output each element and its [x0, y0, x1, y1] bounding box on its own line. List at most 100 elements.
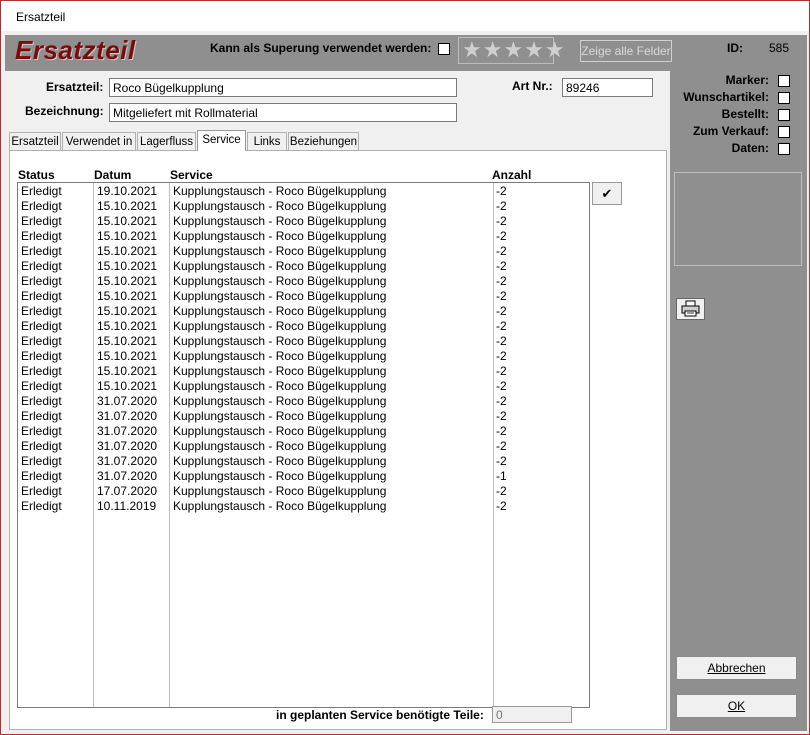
table-row[interactable]: Erledigt 15.10.2021 Kupplungstausch - Roco…	[18, 244, 589, 259]
table-row[interactable]: Erledigt 10.11.2019 Kupplungstausch - Roco…	[18, 499, 589, 514]
cell-datum: 15.10.2021	[97, 244, 158, 258]
cell-service: Kupplungstausch - Roco Bügelkupplung	[173, 349, 387, 363]
tab-service[interactable]: Service	[197, 130, 246, 151]
cell-status: Erledigt	[21, 349, 62, 363]
cell-service: Kupplungstausch - Roco Bügelkupplung	[173, 454, 387, 468]
superung-checkbox[interactable]	[438, 43, 450, 55]
cell-status: Erledigt	[21, 304, 62, 318]
cell-anzahl: -2	[496, 454, 507, 468]
column-header-datum: Datum	[94, 168, 132, 182]
table-row[interactable]: Erledigt 15.10.2021 Kupplungstausch - Roco…	[18, 379, 589, 394]
bezeichnung-field[interactable]: Mitgeliefert mit Rollmaterial	[109, 103, 457, 122]
flag-label-zum-verkauf: Zum Verkauf:	[692, 124, 769, 138]
table-row[interactable]: Erledigt 31.07.2020 Kupplungstausch - Roco…	[18, 439, 589, 454]
table-row[interactable]: Erledigt 31.07.2020 Kupplungstausch - Roco…	[18, 394, 589, 409]
cell-service: Kupplungstausch - Roco Bügelkupplung	[173, 334, 387, 348]
app-logo: Ersatzteil	[15, 35, 136, 65]
cell-datum: 10.11.2019	[97, 499, 157, 513]
planned-parts-value: 0	[492, 706, 572, 723]
table-row[interactable]: Erledigt 15.10.2021 Kupplungstausch - Roco…	[18, 349, 589, 364]
cancel-button[interactable]: Abbrechen	[676, 656, 797, 680]
id-value: 585	[769, 41, 790, 55]
cell-datum: 15.10.2021	[97, 259, 158, 273]
cell-anzahl: -2	[496, 304, 507, 318]
tab-beziehungen[interactable]: Beziehungen	[288, 132, 359, 151]
table-row[interactable]: Erledigt 31.07.2020 Kupplungstausch - Roco…	[18, 409, 589, 424]
header-bar: Ersatzteil Kann als Superung verwendet w…	[5, 35, 807, 71]
cell-status: Erledigt	[21, 319, 62, 333]
cell-service: Kupplungstausch - Roco Bügelkupplung	[173, 319, 387, 333]
cell-status: Erledigt	[21, 184, 62, 198]
table-row[interactable]: Erledigt 15.10.2021 Kupplungstausch - Roco…	[18, 214, 589, 229]
cell-status: Erledigt	[21, 364, 62, 378]
cell-status: Erledigt	[21, 484, 62, 498]
rating-stars[interactable]: ★★★★★	[458, 37, 565, 64]
table-row[interactable]: Erledigt 15.10.2021 Kupplungstausch - Roco…	[18, 319, 589, 334]
cell-service: Kupplungstausch - Roco Bügelkupplung	[173, 199, 387, 213]
cell-service: Kupplungstausch - Roco Bügelkupplung	[173, 439, 387, 453]
table-row[interactable]: Erledigt 15.10.2021 Kupplungstausch - Roco…	[18, 289, 589, 304]
table-row[interactable]: Erledigt 15.10.2021 Kupplungstausch - Roco…	[18, 229, 589, 244]
table-row[interactable]: Erledigt 15.10.2021 Kupplungstausch - Roco…	[18, 274, 589, 289]
cell-status: Erledigt	[21, 274, 62, 288]
tab-ersatzteil[interactable]: Ersatzteil	[9, 132, 61, 151]
table-row[interactable]: Erledigt 15.10.2021 Kupplungstausch - Roco…	[18, 199, 589, 214]
print-button[interactable]	[676, 298, 705, 320]
table-row[interactable]: Erledigt 31.07.2020 Kupplungstausch - Roco…	[18, 454, 589, 469]
bestellt-checkbox[interactable]	[778, 109, 790, 121]
column-header-service: Service	[170, 168, 213, 182]
table-row[interactable]: Erledigt 17.07.2020 Kupplungstausch - Roco…	[18, 484, 589, 499]
daten-checkbox[interactable]	[778, 143, 790, 155]
cell-datum: 15.10.2021	[97, 199, 158, 213]
cell-service: Kupplungstausch - Roco Bügelkupplung	[173, 379, 387, 393]
confirm-button[interactable]: ✔	[592, 182, 622, 205]
tab-lagerfluss[interactable]: Lagerfluss	[137, 132, 196, 151]
cell-service: Kupplungstausch - Roco Bügelkupplung	[173, 409, 387, 423]
table-row[interactable]: Erledigt 31.07.2020 Kupplungstausch - Roco…	[18, 469, 589, 484]
cell-anzahl: -2	[496, 499, 507, 513]
ok-button[interactable]: OK	[676, 694, 797, 718]
tab-links[interactable]: Links	[247, 132, 287, 151]
table-row[interactable]: Erledigt 15.10.2021 Kupplungstausch - Roco…	[18, 334, 589, 349]
cell-anzahl: -2	[496, 484, 507, 498]
cell-service: Kupplungstausch - Roco Bügelkupplung	[173, 289, 387, 303]
zum-verkauf-checkbox[interactable]	[778, 126, 790, 138]
cell-service: Kupplungstausch - Roco Bügelkupplung	[173, 424, 387, 438]
marker-checkbox[interactable]	[778, 75, 790, 87]
cell-anzahl: -2	[496, 394, 507, 408]
cell-status: Erledigt	[21, 409, 62, 423]
table-row[interactable]: Erledigt 15.10.2021 Kupplungstausch - Roco…	[18, 304, 589, 319]
cell-anzahl: -2	[496, 379, 507, 393]
column-header-anzahl: Anzahl	[492, 168, 532, 182]
checkmark-icon: ✔	[601, 186, 613, 201]
wunschartikel-checkbox[interactable]	[778, 92, 790, 104]
cell-datum: 15.10.2021	[97, 289, 158, 303]
table-row[interactable]: Erledigt 31.07.2020 Kupplungstausch - Roco…	[18, 424, 589, 439]
cell-service: Kupplungstausch - Roco Bügelkupplung	[173, 484, 387, 498]
table-row[interactable]: Erledigt 15.10.2021 Kupplungstausch - Roco…	[18, 364, 589, 379]
service-tab-pane: Status Datum Service Anzahl Erledigt 19.1…	[9, 150, 667, 730]
table-row[interactable]: Erledigt 15.10.2021 Kupplungstausch - Roco…	[18, 259, 589, 274]
cell-datum: 15.10.2021	[97, 304, 158, 318]
tab-verwendet-in[interactable]: Verwendet in	[62, 132, 136, 151]
cell-anzahl: -2	[496, 274, 507, 288]
show-all-fields-button[interactable]: Zeige alle Felder	[580, 40, 672, 62]
cell-datum: 15.10.2021	[97, 229, 158, 243]
ersatzteil-field[interactable]: Roco Bügelkupplung	[109, 78, 457, 97]
cell-status: Erledigt	[21, 499, 62, 513]
right-panel: Marker: Wunschartikel: Bestellt: Zum Ver…	[670, 71, 807, 731]
cell-anzahl: -2	[496, 424, 507, 438]
flag-label-wunschartikel: Wunschartikel:	[683, 90, 769, 104]
cell-anzahl: -2	[496, 244, 507, 258]
artnr-field[interactable]: 89246	[562, 78, 653, 97]
cell-anzahl: -2	[496, 319, 507, 333]
service-list[interactable]: Erledigt 19.10.2021 Kupplungstausch - Roco…	[17, 182, 590, 708]
cell-datum: 31.07.2020	[97, 394, 158, 408]
image-placeholder[interactable]	[674, 172, 802, 266]
printer-icon	[681, 300, 700, 317]
application-window: Ersatzteil Ersatzteil Kann als Superung …	[0, 0, 810, 735]
table-row[interactable]: Erledigt 19.10.2021 Kupplungstausch - Roco…	[18, 184, 589, 199]
cell-anzahl: -2	[496, 199, 507, 213]
cell-datum: 15.10.2021	[97, 349, 158, 363]
cell-status: Erledigt	[21, 439, 62, 453]
